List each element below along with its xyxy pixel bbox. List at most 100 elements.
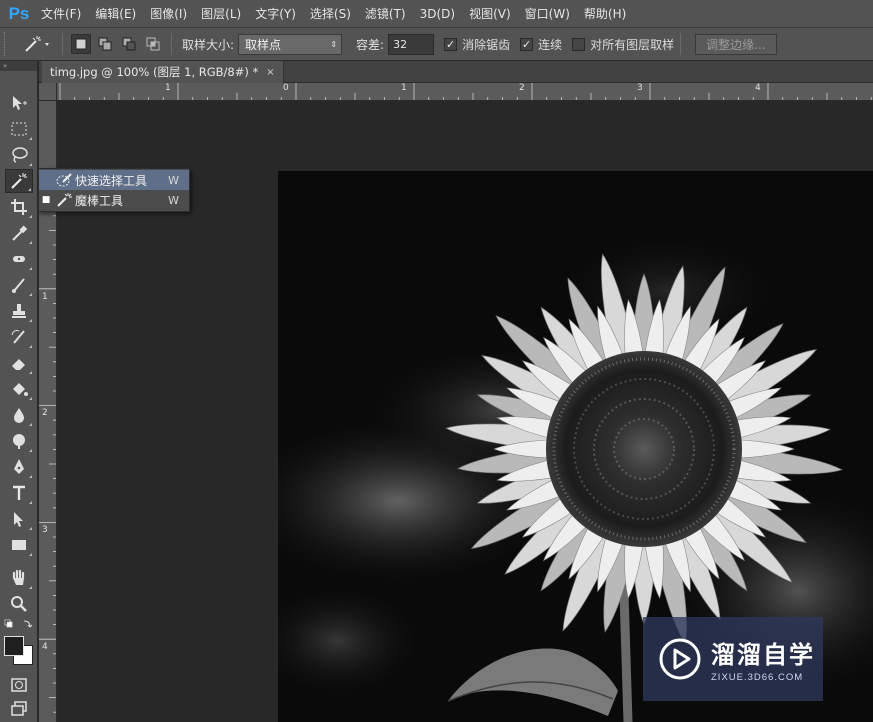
ruler-origin[interactable]	[39, 83, 57, 101]
hand-icon	[12, 569, 25, 585]
flyout-magic-wand-tool[interactable]: ■ 魔棒工具 W	[39, 190, 189, 210]
refine-edge-button[interactable]: 调整边缘...	[695, 33, 777, 55]
zoom-tool[interactable]	[5, 592, 33, 616]
path-selection-tool[interactable]	[5, 507, 33, 531]
ruler-label: 3	[42, 525, 48, 535]
magic-wand-icon	[11, 173, 27, 189]
menu-view[interactable]: 视图(V)	[462, 0, 518, 28]
ruler-horizontal[interactable]: 1 0 1 2 3 4	[57, 83, 873, 101]
menu-edit[interactable]: 编辑(E)	[88, 0, 143, 28]
marquee-icon	[11, 122, 27, 136]
document-title: timg.jpg @ 100% (图层 1, RGB/8#) *	[50, 65, 259, 79]
menu-file[interactable]: 文件(F)	[34, 0, 88, 28]
add-to-selection-button[interactable]	[95, 34, 115, 54]
ruler-label: 1	[42, 292, 48, 302]
default-colors-icon[interactable]	[4, 619, 34, 631]
path-selection-icon	[14, 512, 23, 527]
flyout-item-label: 魔棒工具	[75, 193, 124, 208]
close-icon[interactable]: ×	[266, 67, 274, 78]
paint-bucket-icon	[13, 383, 28, 396]
blur-tool[interactable]	[5, 403, 33, 427]
checkmark-icon: ✓	[444, 37, 458, 51]
quick-mask-button[interactable]	[5, 673, 33, 697]
brush-tool[interactable]	[5, 273, 33, 297]
subtract-from-selection-button[interactable]	[119, 34, 139, 54]
sample-all-layers-checkbox[interactable]: 对所有图层取样	[572, 36, 674, 53]
document-tab[interactable]: timg.jpg @ 100% (图层 1, RGB/8#) * ×	[42, 61, 284, 83]
tolerance-input[interactable]: 32	[388, 33, 435, 55]
options-bar-grip[interactable]	[4, 32, 10, 56]
eyedropper-icon	[12, 225, 28, 241]
pen-tool[interactable]	[5, 455, 33, 479]
options-separator	[680, 33, 682, 55]
new-selection-icon	[75, 38, 87, 50]
contiguous-label: 连续	[538, 37, 563, 52]
screen-mode-button[interactable]	[5, 697, 33, 721]
pen-icon	[14, 459, 24, 474]
flyout-item-shortcut: W	[168, 193, 179, 207]
options-separator	[62, 33, 63, 55]
sample-size-select[interactable]: 取样点 ⇕	[238, 33, 343, 55]
ruler-label: 2	[42, 408, 48, 418]
magic-wand-icon	[53, 192, 75, 208]
type-tool[interactable]	[5, 481, 33, 505]
history-brush-tool[interactable]	[5, 325, 33, 349]
rectangle-icon	[12, 540, 26, 550]
healing-brush-tool[interactable]	[5, 247, 33, 271]
menu-3d[interactable]: 3D(D)	[413, 0, 462, 28]
move-tool[interactable]	[5, 91, 33, 115]
flyout-item-label: 快速选择工具	[75, 173, 148, 188]
checkmark-icon: ✓	[520, 37, 534, 51]
magic-wand-icon	[25, 36, 49, 52]
menu-type[interactable]: 文字(Y)	[248, 0, 303, 28]
crop-icon	[11, 199, 27, 215]
flyout-quick-selection-tool[interactable]: 快速选择工具 W	[39, 170, 189, 190]
foreground-color-swatch[interactable]	[4, 636, 24, 656]
hand-tool[interactable]	[5, 566, 33, 590]
menu-image[interactable]: 图像(I)	[143, 0, 194, 28]
magic-wand-tool[interactable]	[5, 169, 33, 193]
clone-stamp-tool[interactable]	[5, 299, 33, 323]
dodge-tool[interactable]	[5, 429, 33, 453]
checkbox-empty-icon	[572, 37, 586, 51]
antialias-label: 消除锯齿	[462, 37, 511, 52]
tool-preset-picker[interactable]	[16, 31, 56, 57]
ruler-label: 1	[165, 83, 171, 93]
lasso-icon	[12, 147, 28, 163]
menu-window[interactable]: 窗口(W)	[518, 0, 577, 28]
color-controls	[4, 619, 34, 631]
eraser-icon	[12, 359, 25, 370]
ruler-label: 4	[42, 642, 48, 652]
intersect-selection-button[interactable]	[143, 34, 163, 54]
new-selection-button[interactable]	[71, 34, 91, 54]
ruler-label: 1	[401, 83, 407, 93]
ruler-label: 4	[755, 83, 761, 93]
marquee-tool[interactable]	[5, 117, 33, 141]
menu-help[interactable]: 帮助(H)	[577, 0, 633, 28]
menu-bar: Ps 文件(F) 编辑(E) 图像(I) 图层(L) 文字(Y) 选择(S) 滤…	[0, 0, 873, 28]
watermark-title: 溜溜自学	[711, 641, 815, 669]
rectangle-tool[interactable]	[5, 533, 33, 557]
document-tab-bar: timg.jpg @ 100% (图层 1, RGB/8#) * ×	[39, 61, 873, 83]
play-logo-icon	[659, 638, 701, 680]
options-separator	[171, 33, 172, 55]
crop-tool[interactable]	[5, 195, 33, 219]
eyedropper-tool[interactable]	[5, 221, 33, 245]
quick-selection-icon	[53, 172, 75, 188]
panel-collapse-icon[interactable]: »	[0, 61, 37, 71]
menu-filter[interactable]: 滤镜(T)	[358, 0, 413, 28]
app-logo[interactable]: Ps	[4, 0, 34, 28]
menu-select[interactable]: 选择(S)	[303, 0, 358, 28]
chevron-updown-icon: ⇕	[330, 39, 338, 49]
flyout-item-shortcut: W	[168, 173, 179, 187]
contiguous-checkbox[interactable]: ✓ 连续	[520, 36, 562, 53]
menu-layer[interactable]: 图层(L)	[194, 0, 248, 28]
clone-stamp-icon	[12, 304, 26, 318]
eraser-tool[interactable]	[5, 351, 33, 375]
blur-icon	[14, 408, 24, 423]
paint-bucket-tool[interactable]	[5, 377, 33, 401]
lasso-tool[interactable]	[5, 143, 33, 167]
antialias-checkbox[interactable]: ✓ 消除锯齿	[444, 36, 510, 53]
quick-mask-icon	[11, 678, 27, 692]
watermark-badge: 溜溜自学 ZIXUE.3D66.COM	[643, 617, 823, 701]
